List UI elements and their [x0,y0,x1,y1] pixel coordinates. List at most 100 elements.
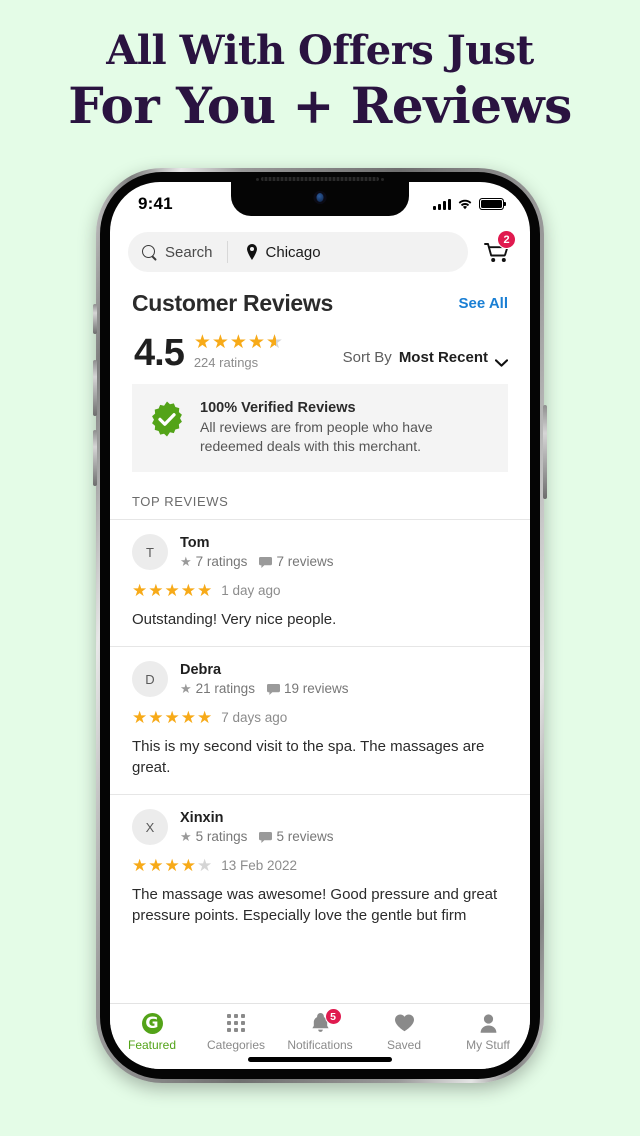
reviewer-name: Debra [180,661,222,678]
verified-reviews-banner: 100% Verified Reviews All reviews are fr… [132,384,508,472]
review-date: 13 Feb 2022 [221,858,298,873]
volume-down-button[interactable] [93,430,97,486]
review-item[interactable]: X Xinxin ★ 5 ratings 5 reviews ★ ★ ★ ★ ★ 13 Feb 20… [110,795,530,942]
avatar: D [132,661,168,697]
reviewer-name: Xinxin [180,809,224,826]
reviews-scroll-area[interactable]: TOP REVIEWS T Tom ★ 7 ratings 7 reviews ★ ★ ★ ★ ★… [110,472,530,1000]
location-selector[interactable]: Chicago [228,244,335,261]
phone-screen: 9:41 Search Chicago 2 Customer Reviews S… [110,182,530,1069]
reviewer-stats: ★ 7 ratings 7 reviews [180,554,333,570]
status-bar-time: 9:41 [138,194,173,213]
location-pin-icon [246,244,258,260]
comment-bubble-icon [259,556,273,568]
search-bar[interactable]: Search Chicago [128,232,468,272]
reviewer-stats: ★ 21 ratings 19 reviews [180,681,348,697]
wifi-icon [457,198,473,210]
cellular-bars-icon [433,198,451,210]
search-icon [142,244,157,260]
review-header: T Tom ★ 7 ratings 7 reviews [132,534,508,570]
volume-up-button[interactable] [93,360,97,416]
star-icon: ★ [180,680,192,696]
display-notch [231,182,409,216]
half-star-icon: ★ ★ [266,332,284,353]
summary-stars: ★ ★ ★ ★ ★ ★ [193,332,284,353]
notifications-badge: 5 [324,1008,342,1025]
rating-summary: 4.5 ★ ★ ★ ★ ★ ★ 224 ratings Sort By Most Rec… [110,319,530,384]
comment-bubble-icon [259,831,273,843]
promo-headline-line2: For You + Reviews [68,76,572,135]
tab-label: My Stuff [466,1038,510,1052]
speaker-dot-left-icon [256,178,259,181]
review-text: Outstanding! Very nice people. [132,611,337,628]
review-stars: ★ ★ ★ ★ ★ [132,708,213,727]
power-button[interactable] [543,405,547,499]
review-rating-row: ★ ★ ★ ★ ★ 7 days ago [132,709,508,726]
ratings-count: 224 ratings [193,355,259,370]
review-date: 1 day ago [221,583,281,598]
top-reviews-label: TOP REVIEWS [132,494,229,509]
chevron-down-icon [494,354,509,367]
person-icon [480,1013,497,1033]
earpiece-speaker-icon [261,177,379,181]
search-row: Search Chicago 2 [110,226,530,284]
sort-by-dropdown[interactable]: Sort By Most Recent [342,349,509,370]
reviewer-reviews-count: 7 reviews [259,554,333,569]
review-rating-row: ★ ★ ★ ★ ★ 13 Feb 2022 [132,857,508,874]
tab-categories[interactable]: Categories [194,1012,278,1052]
star-icon: ★ [180,828,192,844]
phone-mockup: 9:41 Search Chicago 2 Customer Reviews S… [93,168,547,1083]
reviewer-ratings-count: ★ 21 ratings [180,680,255,697]
reviewer-stats: ★ 5 ratings 5 reviews [180,829,333,845]
status-bar-indicators [433,198,507,210]
review-stars: ★ ★ ★ ★ ★ [132,581,213,600]
review-item[interactable]: T Tom ★ 7 ratings 7 reviews ★ ★ ★ ★ ★ 1 day ago Out… [110,520,530,646]
verified-subtitle: All reviews are from people who have red… [200,419,433,454]
search-input[interactable]: Search [128,244,227,261]
verified-check-badge-icon [148,400,186,438]
heart-icon [394,1014,414,1032]
cart-badge: 2 [497,230,516,249]
reviewer-ratings-count: ★ 5 ratings [180,828,248,845]
tab-saved[interactable]: Saved [362,1012,446,1052]
location-value: Chicago [265,243,321,261]
verified-title: 100% Verified Reviews [200,400,356,416]
review-text: This is my second visit to the spa. The … [132,738,485,776]
avatar: T [132,534,168,570]
tab-my-stuff[interactable]: My Stuff [446,1012,530,1052]
review-header: D Debra ★ 21 ratings 19 reviews [132,661,508,697]
review-item[interactable]: D Debra ★ 21 ratings 19 reviews ★ ★ ★ ★ ★ 7 days a… [110,647,530,794]
review-text: The massage was awesome! Good pressure a… [132,886,498,924]
section-header: Customer Reviews See All [110,284,530,319]
star-icon: ★ [180,553,192,569]
tab-label: Featured [127,1038,177,1052]
avatar: X [132,809,168,845]
reviewer-reviews-count: 19 reviews [266,681,348,696]
page-title: Customer Reviews [132,290,333,316]
cart-button[interactable]: 2 [478,230,516,270]
tab-notifications[interactable]: 5 Notifications [278,1008,362,1052]
battery-full-icon [479,198,507,210]
review-stars: ★ ★ ★ ★ ★ [132,856,213,875]
promo-headline-line1: All With Offers Just [106,27,534,74]
tab-label: Saved [386,1038,422,1052]
tab-label: Categories [206,1038,266,1052]
search-placeholder: Search [165,243,213,261]
promo-headline: All With Offers Just For You + Reviews [0,0,640,136]
sort-by-value: Most Recent [398,349,488,366]
comment-bubble-icon [266,683,280,695]
reviewer-ratings-count: ★ 7 ratings [180,553,248,570]
grid-icon [227,1014,245,1032]
reviewer-reviews-count: 5 reviews [259,829,333,844]
review-header: X Xinxin ★ 5 ratings 5 reviews [132,809,508,845]
sort-by-label: Sort By [342,349,392,366]
mute-switch[interactable] [93,304,97,334]
front-camera-icon [313,191,327,204]
speaker-dot-right-icon [381,178,384,181]
average-score: 4.5 [134,331,185,374]
home-indicator[interactable] [248,1057,392,1062]
groupon-g-logo-icon: G [141,1012,163,1034]
tab-featured[interactable]: G Featured [110,1012,194,1052]
see-all-link[interactable]: See All [459,295,508,312]
reviewer-name: Tom [180,534,210,551]
review-rating-row: ★ ★ ★ ★ ★ 1 day ago [132,582,508,599]
